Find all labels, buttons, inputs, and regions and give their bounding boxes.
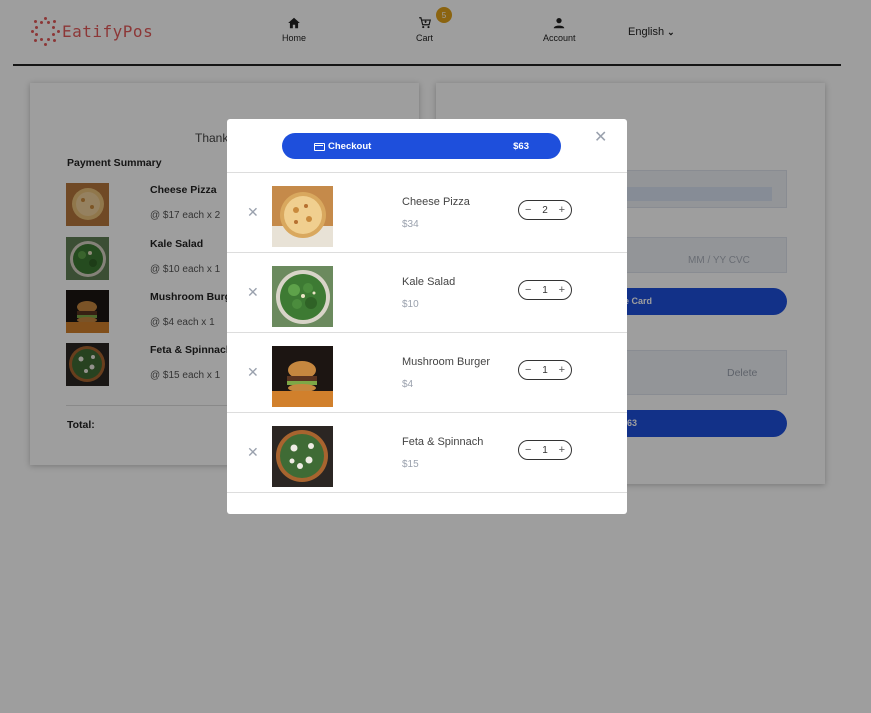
cart-item-price: $15	[402, 459, 419, 470]
cart-item-row: ✕ Feta & Spinnach $15 − 1 +	[227, 413, 627, 493]
increment-button[interactable]: +	[559, 445, 565, 456]
feta-spinach-pizza-image	[272, 426, 333, 487]
cart-item-name: Mushroom Burger	[402, 356, 491, 368]
decrement-button[interactable]: −	[525, 285, 531, 296]
increment-button[interactable]: +	[559, 205, 565, 216]
decrement-button[interactable]: −	[525, 205, 531, 216]
remove-item-icon[interactable]: ✕	[247, 445, 259, 459]
kale-salad-image	[272, 266, 333, 327]
quantity-stepper: − 2 +	[518, 200, 572, 220]
cart-item-price: $10	[402, 299, 419, 310]
close-icon[interactable]: ✕	[594, 130, 607, 146]
remove-item-icon[interactable]: ✕	[247, 365, 259, 379]
cart-modal: Checkout $63 ✕ ✕ Cheese Pizza $34 − 2 + …	[227, 119, 627, 514]
checkout-total: $63	[513, 141, 529, 152]
decrement-button[interactable]: −	[525, 365, 531, 376]
cart-item-price: $34	[402, 219, 419, 230]
decrement-button[interactable]: −	[525, 445, 531, 456]
remove-item-icon[interactable]: ✕	[247, 285, 259, 299]
remove-item-icon[interactable]: ✕	[247, 205, 259, 219]
increment-button[interactable]: +	[559, 285, 565, 296]
checkout-button[interactable]: Checkout $63	[282, 133, 561, 159]
cart-item-row: ✕ Mushroom Burger $4 − 1 +	[227, 333, 627, 413]
checkout-label: Checkout	[328, 141, 372, 152]
quantity-value: 2	[542, 204, 548, 216]
quantity-stepper: − 1 +	[518, 440, 572, 460]
cart-item-name: Feta & Spinnach	[402, 436, 484, 448]
increment-button[interactable]: +	[559, 365, 565, 376]
cheese-pizza-image	[272, 186, 333, 247]
cart-item-name: Cheese Pizza	[402, 196, 470, 208]
cart-item-name: Kale Salad	[402, 276, 456, 288]
cart-item-price: $4	[402, 379, 414, 390]
quantity-stepper: − 1 +	[518, 360, 572, 380]
cart-item-row: ✕ Kale Salad $10 − 1 +	[227, 253, 627, 333]
quantity-stepper: − 1 +	[518, 280, 572, 300]
credit-card-icon	[314, 142, 325, 151]
quantity-value: 1	[542, 284, 548, 296]
quantity-value: 1	[542, 364, 548, 376]
cart-item-row: ✕ Cheese Pizza $34 − 2 +	[227, 173, 627, 253]
quantity-value: 1	[542, 444, 548, 456]
mushroom-burger-image	[272, 346, 333, 407]
